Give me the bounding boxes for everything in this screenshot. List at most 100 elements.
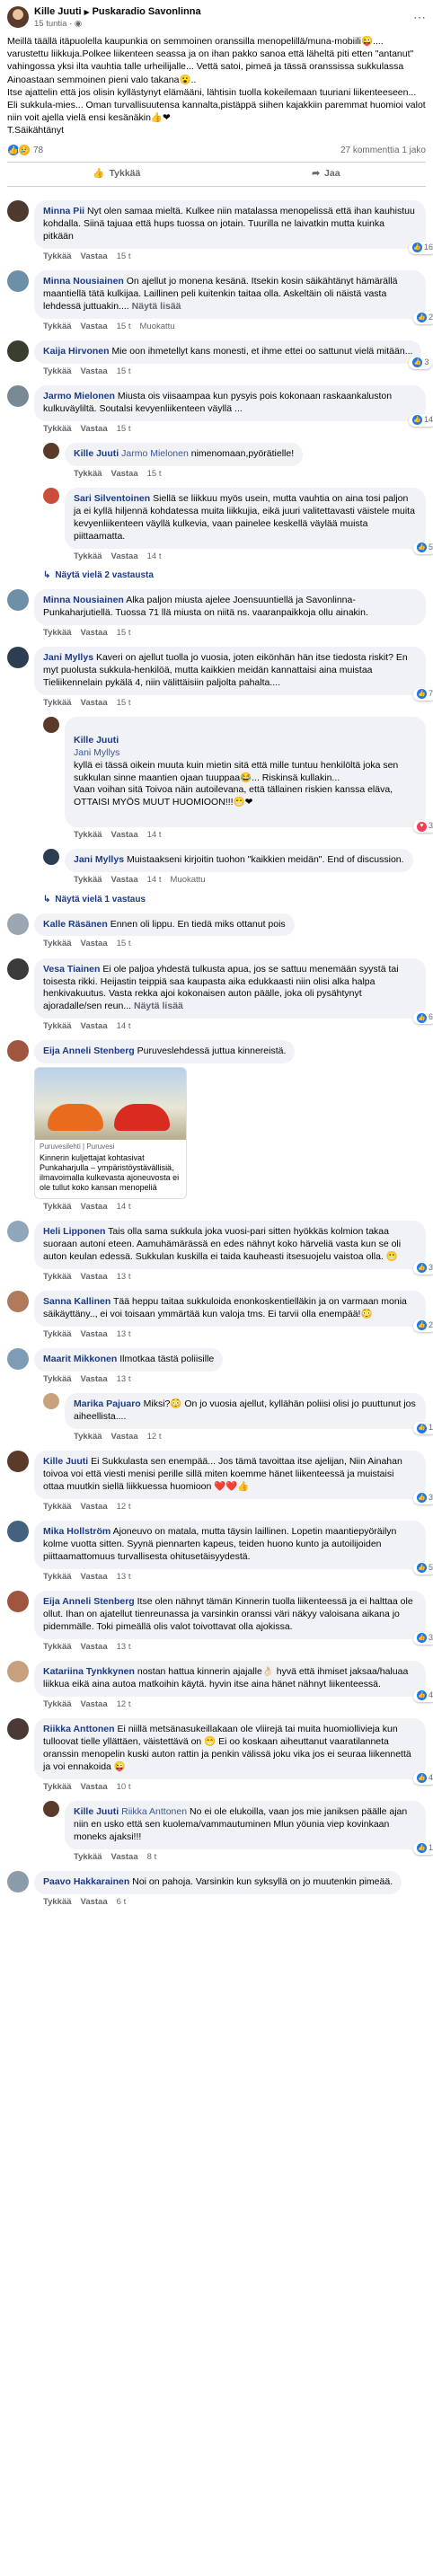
comment-time[interactable]: 14 t [117,1202,131,1213]
commenter-name[interactable]: Katariina Tynkkynen [43,1666,135,1677]
comment-time[interactable]: 14 t [147,830,162,841]
comment-time[interactable]: 15 t [117,939,131,949]
commenter-name[interactable]: Riikka Anttonen [43,1724,115,1734]
comment-reactions[interactable]: 👍 14 [408,413,433,427]
comment-reactions[interactable]: 👍 4 [412,1771,433,1785]
commenter-avatar[interactable] [43,1800,59,1817]
comment-reactions[interactable]: 👍 6 [412,1011,433,1025]
post-author[interactable]: Kille Juuti [34,6,82,17]
comment-reply-link[interactable]: Vastaa [81,424,108,435]
comment-like-link[interactable]: Tykkää [43,1272,72,1283]
commenter-avatar[interactable] [7,385,29,408]
comment-reply-link[interactable]: Vastaa [81,698,108,709]
comment-time[interactable]: 14 t [117,1021,131,1032]
commenter-avatar[interactable] [43,717,59,734]
commenter-avatar[interactable] [7,647,29,669]
comment-reactions[interactable]: 👍 1 [412,1422,433,1434]
comment-like-link[interactable]: Tykkää [74,875,102,886]
commenter-avatar[interactable] [7,1661,29,1683]
comment-reactions[interactable]: ♥ 3 [412,820,433,833]
comment-reactions[interactable]: 👍 2 [412,311,433,324]
comment-like-link[interactable]: Tykkää [74,830,102,841]
commenter-avatar[interactable] [7,269,29,292]
comment-reply-link[interactable]: Vastaa [111,469,138,480]
comment-reply-link[interactable]: Vastaa [81,1782,108,1793]
comment-reply-link[interactable]: Vastaa [111,830,138,841]
commenter-name[interactable]: Kille Juuti [74,448,119,459]
comment-like-link[interactable]: Tykkää [43,939,72,949]
commenter-name[interactable]: Heli Lipponen [43,1226,105,1237]
comment-reactions[interactable]: 👍 3 [412,1631,433,1645]
commenter-name[interactable]: Kille Juuti [43,1456,88,1467]
commenter-name[interactable]: Kaija Hirvonen [43,346,110,357]
comment-time[interactable]: 6 t [117,1897,127,1908]
more-options-icon[interactable]: ⋯ [413,9,426,25]
comment-time[interactable]: 12 t [117,1502,131,1513]
comment-like-link[interactable]: Tykkää [74,469,102,480]
commenter-avatar[interactable] [43,1393,59,1410]
commenter-avatar[interactable] [7,1291,29,1312]
comment-reactions[interactable]: 👍 3 [412,1261,433,1275]
commenter-name[interactable]: Marika Pajuaro [74,1398,141,1409]
post-time[interactable]: 15 tuntia [34,19,66,29]
comment-time[interactable]: 10 t [117,1782,131,1793]
comment-like-link[interactable]: Tykkää [43,366,72,377]
comment-like-link[interactable]: Tykkää [43,1699,72,1710]
comment-like-link[interactable]: Tykkää [43,1021,72,1032]
commenter-name[interactable]: Maarit Mikkonen [43,1354,117,1364]
comment-reply-link[interactable]: Vastaa [81,1374,108,1385]
comment-reactions[interactable]: 👍 5 [412,541,433,554]
link-preview-card[interactable]: Puruvesilehti | Puruvesi Kinnerin kuljet… [34,1067,187,1199]
commenter-avatar[interactable] [7,1348,29,1371]
comment-reactions[interactable]: 👍 5 [412,1561,433,1575]
commenter-avatar[interactable] [43,488,59,505]
commenter-avatar[interactable] [7,913,29,935]
comment-time[interactable]: 15 t [147,469,162,480]
comment-reply-link[interactable]: Vastaa [81,1572,108,1583]
comment-reply-link[interactable]: Vastaa [81,1021,108,1032]
commenter-name[interactable]: Minna Nousiainen [43,595,124,605]
comment-reactions[interactable]: 👍 1 [412,1841,433,1855]
author-avatar[interactable] [7,6,29,29]
mention-tag[interactable]: Jani Myllys [74,747,119,758]
comment-like-link[interactable]: Tykkää [43,1374,72,1385]
comment-like-link[interactable]: Tykkää [74,1432,102,1442]
comment-count[interactable]: 27 kommenttia [340,146,400,155]
commenter-avatar[interactable] [43,849,59,866]
comment-like-link[interactable]: Tykkää [43,1202,72,1213]
comment-like-link[interactable]: Tykkää [43,1572,72,1583]
commenter-avatar[interactable] [7,340,29,362]
comment-reply-link[interactable]: Vastaa [81,628,108,639]
commenter-avatar[interactable] [7,200,29,222]
comment-time[interactable]: 13 t [117,1272,131,1283]
comment-time[interactable]: 14 t [147,875,162,886]
commenter-name[interactable]: Minna Nousiainen [43,276,124,287]
comment-time[interactable]: 12 t [147,1432,162,1442]
comment-reply-link[interactable]: Vastaa [81,939,108,949]
comment-reply-link[interactable]: Vastaa [81,1642,108,1653]
post-page[interactable]: Puskaradio Savonlinna [93,6,201,17]
comment-reply-link[interactable]: Vastaa [81,1202,108,1213]
commenter-name[interactable]: Jarmo Mielonen [43,391,115,401]
commenter-avatar[interactable] [7,1221,29,1243]
commenter-name[interactable]: Jani Myllys [74,854,124,865]
share-count[interactable]: 1 jako [402,146,426,155]
commenter-avatar[interactable] [7,1591,29,1613]
comment-like-link[interactable]: Tykkää [43,628,72,639]
commenter-avatar[interactable] [7,589,29,612]
like-button[interactable]: 👍 Tykkää [93,168,140,181]
reaction-summary[interactable]: 👍 😢 78 [7,144,43,157]
comment-reply-link[interactable]: Vastaa [81,1329,108,1340]
comment-like-link[interactable]: Tykkää [43,1642,72,1653]
comment-like-link[interactable]: Tykkää [43,322,72,332]
commenter-name[interactable]: Kille Juuti [74,735,119,745]
comment-reply-link[interactable]: Vastaa [81,1699,108,1710]
commenter-avatar[interactable] [7,957,29,980]
commenter-name[interactable]: Kalle Räsänen [43,919,108,930]
commenter-avatar[interactable] [7,1451,29,1473]
comment-reply-link[interactable]: Vastaa [81,1502,108,1513]
commenter-name[interactable]: Sanna Kallinen [43,1296,110,1307]
comment-like-link[interactable]: Tykkää [43,424,72,435]
comment-reply-link[interactable]: Vastaa [81,366,108,377]
comment-like-link[interactable]: Tykkää [74,1852,102,1863]
